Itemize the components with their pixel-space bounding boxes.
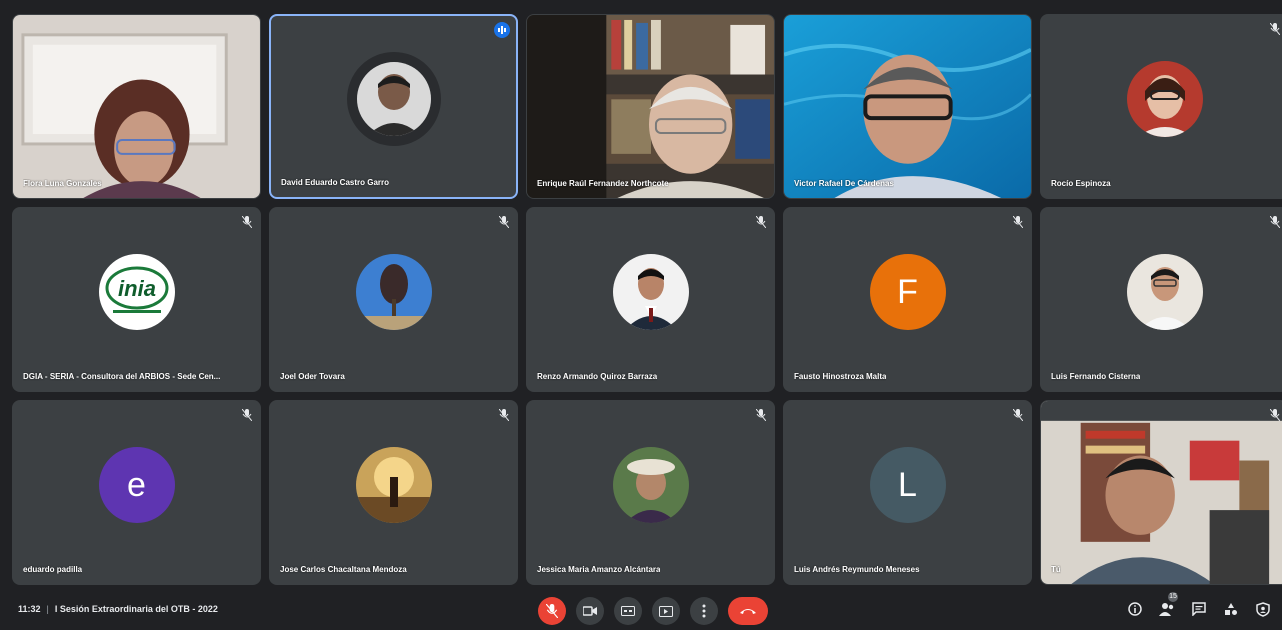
host-controls-button[interactable] [1254,600,1272,618]
inia-logo-text: inia [118,276,156,301]
host-controls-icon [1256,601,1270,617]
participant-name: Luis Andrés Reymundo Meneses [794,565,920,574]
avatar-letter: e [127,465,146,504]
present-icon [659,605,673,617]
meeting-details: 11:32 | I Sesión Extraordinaria del OTB … [18,604,218,614]
participant-name: Tú [1051,565,1061,574]
participant-tile[interactable]: Flora Luna Gonzales [12,14,261,199]
meeting-title: I Sesión Extraordinaria del OTB - 2022 [54,604,218,614]
clock: 11:32 [18,604,41,614]
activities-button[interactable] [1222,600,1240,618]
captions-icon [621,606,635,616]
participant-tile[interactable]: inia DGIA - SERIA - Consultora del ARBIO… [12,207,261,392]
separator: | [46,604,49,614]
avatar [355,447,432,524]
chat-button[interactable] [1190,600,1208,618]
avatar: e [98,447,175,524]
present-button[interactable] [652,597,680,625]
inia-logo: inia [98,254,175,331]
participant-name: Luis Fernando Cisterna [1051,372,1141,381]
participant-name: Jose Carlos Chacaltana Mendoza [280,565,407,574]
mic-off-icon [1270,409,1280,421]
participant-name: David Eduardo Castro Garro [281,178,390,187]
participant-name: Rocío Espinoza [1051,179,1111,188]
mic-toggle-button[interactable] [538,597,566,625]
bottom-toolbar: 11:32 | I Sesión Extraordinaria del OTB … [0,592,1282,630]
self-video [1041,401,1282,584]
participant-video [527,15,774,198]
participant-name: Flora Luna Gonzales [23,179,102,188]
participant-name: eduardo padilla [23,565,83,574]
avatar [612,254,689,331]
participant-name: Fausto Hinostroza Malta [794,372,887,381]
mic-off-icon [1013,409,1023,421]
mic-off-icon [756,216,766,228]
participant-tile[interactable]: e eduardo padilla [12,400,261,585]
participant-tile[interactable]: David Eduardo Castro Garro [269,14,518,199]
avatar [1126,61,1203,138]
mic-off-icon [242,409,252,421]
info-icon [1128,602,1142,616]
avatar-letter: F [897,272,918,311]
more-options-button[interactable] [690,597,718,625]
participant-name: Jessica Maria Amanzo Alcántara [537,565,661,574]
avatar [346,52,441,147]
mic-off-icon [499,216,509,228]
mic-off-icon [1270,23,1280,35]
end-call-icon [740,609,756,614]
participant-name: Victor Rafael De Cárdenas [794,179,894,188]
participant-video [13,15,260,198]
participant-tile[interactable]: F Fausto Hinostroza Malta [783,207,1032,392]
avatar [612,447,689,524]
participant-name: DGIA - SERIA - Consultora del ARBIOS - S… [23,372,221,381]
camera-icon [583,606,597,616]
mic-off-icon [1013,216,1023,228]
participant-tile[interactable]: Rocío Espinoza [1040,14,1282,199]
more-icon [702,604,706,618]
participant-tile[interactable]: Tú [1040,400,1282,585]
call-controls [538,597,768,625]
captions-button[interactable] [614,597,642,625]
participant-name: Renzo Armando Quiroz Barraza [537,372,658,381]
camera-toggle-button[interactable] [576,597,604,625]
mic-off-icon [499,409,509,421]
participant-tile[interactable]: Jessica Maria Amanzo Alcántara [526,400,775,585]
avatar: F [869,254,946,331]
people-icon [1159,603,1174,616]
participant-name: Enrique Raúl Fernandez Northcote [537,179,669,188]
participant-tile[interactable]: Luis Fernando Cisterna [1040,207,1282,392]
participant-tile[interactable]: L Luis Andrés Reymundo Meneses [783,400,1032,585]
activities-icon [1225,603,1237,615]
people-button[interactable]: 15 [1158,592,1178,618]
participant-tile[interactable]: Joel Oder Tovara [269,207,518,392]
avatar: L [869,447,946,524]
participant-tile[interactable]: Jose Carlos Chacaltana Mendoza [269,400,518,585]
mic-off-icon [756,409,766,421]
avatar [355,254,432,331]
meeting-info-button[interactable] [1126,600,1144,618]
speaking-indicator-icon [494,22,510,38]
participant-tile[interactable]: Renzo Armando Quiroz Barraza [526,207,775,392]
chat-icon [1192,602,1206,616]
side-panel-buttons: 15 [1126,592,1272,618]
participants-grid: Flora Luna Gonzales David Eduardo Castro… [12,14,1282,585]
avatar-letter: L [898,465,917,504]
people-count-badge: 15 [1168,592,1178,602]
participant-video [784,15,1031,198]
avatar [1126,254,1203,331]
mic-off-icon [1270,216,1280,228]
participant-tile[interactable]: Enrique Raúl Fernandez Northcote [526,14,775,199]
participant-name: Joel Oder Tovara [280,372,345,381]
mic-off-icon [546,604,558,618]
participant-tile[interactable]: Victor Rafael De Cárdenas [783,14,1032,199]
leave-call-button[interactable] [728,597,768,625]
mic-off-icon [242,216,252,228]
